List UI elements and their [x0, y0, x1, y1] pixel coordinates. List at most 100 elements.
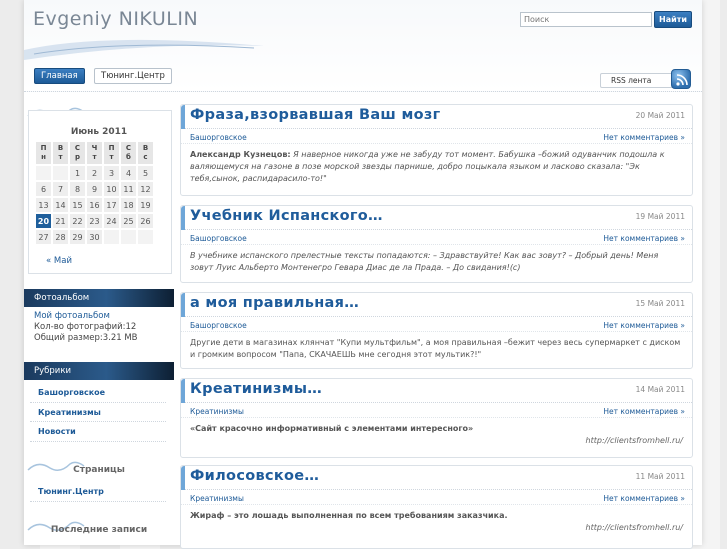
- category-item-kreatinizmy[interactable]: Креатинизмы: [30, 403, 166, 422]
- post-body: «Сайт красочно информативный с элементам…: [181, 418, 692, 453]
- post-text: «Сайт красочно информативный с элементам…: [190, 424, 474, 433]
- calendar-day: 1: [70, 166, 85, 180]
- nav-tab-home[interactable]: Главная: [34, 68, 85, 84]
- calendar-prev-month-link[interactable]: « Май: [46, 256, 72, 266]
- calendar-day: 27: [36, 230, 51, 244]
- category-item-bashorgovskoe[interactable]: Башорговское: [30, 383, 166, 403]
- post-source-url: http://clientsfromhell.ru/: [585, 436, 683, 445]
- calendar-day: 14: [53, 198, 68, 212]
- search-button[interactable]: Найти: [654, 11, 692, 28]
- calendar-table: П нВ тС рЧ тП тС бВ с 1 2 3 4 5 6 7 8 9 10 11 12 13 1…: [34, 140, 155, 246]
- calendar-day: 28: [53, 230, 68, 244]
- calendar-weekday-header: Ч т: [87, 142, 102, 164]
- calendar-day: 21: [53, 214, 68, 228]
- nav-tab-tuning-center[interactable]: Тюнинг.Центр: [94, 68, 172, 84]
- calendar-weekday-header: П н: [36, 142, 51, 164]
- calendar-day: 8: [70, 182, 85, 196]
- calendar-weekday-header: В т: [53, 142, 68, 164]
- site-title[interactable]: Evgeniy NIKULIN: [33, 8, 198, 30]
- category-item-novosti[interactable]: Новости: [30, 422, 166, 442]
- calendar-day: 2: [87, 166, 102, 180]
- calendar-empty-cell: [53, 166, 68, 180]
- pages-list: Тюнинг.Центр: [30, 482, 166, 502]
- post-category-link[interactable]: Башорговское: [190, 133, 247, 142]
- post-comments-link[interactable]: Нет комментариев »: [603, 407, 685, 416]
- calendar-day: 4: [121, 166, 136, 180]
- calendar-day: 17: [104, 198, 119, 212]
- calendar-day: 25: [121, 214, 136, 228]
- post: Креатинизмы… 14 Май 2011 Креатинизмы Нет…: [180, 378, 693, 458]
- page-item-tuning-center[interactable]: Тюнинг.Центр: [30, 482, 166, 502]
- post: Фраза,взорвавшая Ваш мозг 20 Май 2011 Ба…: [180, 104, 693, 196]
- post-date: 19 Май 2011: [635, 212, 685, 221]
- calendar-day: 29: [70, 230, 85, 244]
- post-body: Жираф – это лошадь выполненная по всем т…: [181, 505, 692, 540]
- calendar-day: 9: [87, 182, 102, 196]
- calendar-empty-cell: [36, 166, 51, 180]
- post-title[interactable]: Учебник Испанского…: [190, 208, 383, 224]
- post-comments-link[interactable]: Нет комментариев »: [603, 494, 685, 503]
- calendar-weekday-header: В с: [138, 142, 153, 164]
- calendar-day: 10: [104, 182, 119, 196]
- calendar-day: 3: [104, 166, 119, 180]
- calendar-day: 11: [121, 182, 136, 196]
- photo-album-count: Кол-во фотографий:12: [34, 322, 137, 332]
- search-input[interactable]: [520, 12, 652, 27]
- calendar-day: 15: [70, 198, 85, 212]
- header-swoosh-decoration: [24, 39, 264, 60]
- calendar-day: 6: [36, 182, 51, 196]
- calendar-day: 22: [70, 214, 85, 228]
- post-title[interactable]: Филосовское…: [190, 468, 319, 484]
- calendar-day: 13: [36, 198, 51, 212]
- post-author: Александр Кузнецов:: [190, 150, 291, 159]
- post: Филосовское… 11 Май 2011 Креатинизмы Нет…: [180, 465, 693, 549]
- photo-album-widget-title: Фотоальбом: [24, 289, 174, 307]
- post-comments-link[interactable]: Нет комментариев »: [603, 133, 685, 142]
- post-body: Александр Кузнецов: Я наверное никогда у…: [181, 144, 692, 191]
- post-date: 14 Май 2011: [635, 385, 685, 394]
- pages-widget-title: Страницы: [73, 465, 125, 475]
- post-category-link[interactable]: Креатинизмы: [190, 494, 244, 503]
- post-date: 15 Май 2011: [635, 299, 685, 308]
- rss-icon[interactable]: [671, 69, 691, 89]
- calendar-day: 5: [138, 166, 153, 180]
- post-body: В учебнике испанского прелестные тексты …: [190, 251, 659, 272]
- calendar-day-today: 20: [36, 214, 51, 228]
- calendar-day: 26: [138, 214, 153, 228]
- post-comments-link[interactable]: Нет комментариев »: [603, 234, 685, 243]
- photo-album-link[interactable]: Мой фотоальбом: [34, 311, 110, 321]
- calendar-weekday-header: С р: [70, 142, 85, 164]
- page: Evgeniy NIKULIN Найти Главная Тюнинг.Цен…: [24, 0, 702, 549]
- photo-album-size: Общий размер:3.21 MB: [34, 333, 138, 343]
- post-category-link[interactable]: Креатинизмы: [190, 407, 244, 416]
- calendar-caption: Июнь 2011: [70, 127, 128, 137]
- post-title[interactable]: Креатинизмы…: [190, 381, 322, 397]
- recent-posts-widget-title: Последние записи: [50, 525, 148, 535]
- calendar-day: 24: [104, 214, 119, 228]
- post-text: Жираф – это лошадь выполненная по всем т…: [190, 511, 508, 520]
- post-category-link[interactable]: Башорговское: [190, 321, 247, 330]
- calendar-day: 12: [138, 182, 153, 196]
- calendar-day: 18: [121, 198, 136, 212]
- calendar-empty-cell: [138, 230, 153, 244]
- header: Evgeniy NIKULIN Найти Главная Тюнинг.Цен…: [24, 0, 702, 92]
- categories-list: Башорговское Креатинизмы Новости: [30, 383, 166, 442]
- calendar-empty-cell: [104, 230, 119, 244]
- calendar-day: 23: [87, 214, 102, 228]
- post-body: Другие дети в магазинах клянчат "Купи му…: [190, 338, 681, 359]
- post-category-link[interactable]: Башорговское: [190, 234, 247, 243]
- calendar-empty-cell: [121, 230, 136, 244]
- post-date: 11 Май 2011: [635, 472, 685, 481]
- post-title[interactable]: а моя правильная…: [190, 295, 359, 311]
- post-date: 20 Май 2011: [635, 111, 685, 120]
- calendar-day: 30: [87, 230, 102, 244]
- post: Учебник Испанского… 19 Май 2011 Башоргов…: [180, 205, 693, 283]
- post: а моя правильная… 15 Май 2011 Башорговск…: [180, 292, 693, 369]
- post-title[interactable]: Фраза,взорвавшая Ваш мозг: [190, 107, 440, 123]
- calendar-day: 7: [53, 182, 68, 196]
- calendar-day: 19: [138, 198, 153, 212]
- calendar-weekday-header: С б: [121, 142, 136, 164]
- calendar-day: 16: [87, 198, 102, 212]
- post-source-url: http://clientsfromhell.ru/: [585, 523, 683, 532]
- post-comments-link[interactable]: Нет комментариев »: [603, 321, 685, 330]
